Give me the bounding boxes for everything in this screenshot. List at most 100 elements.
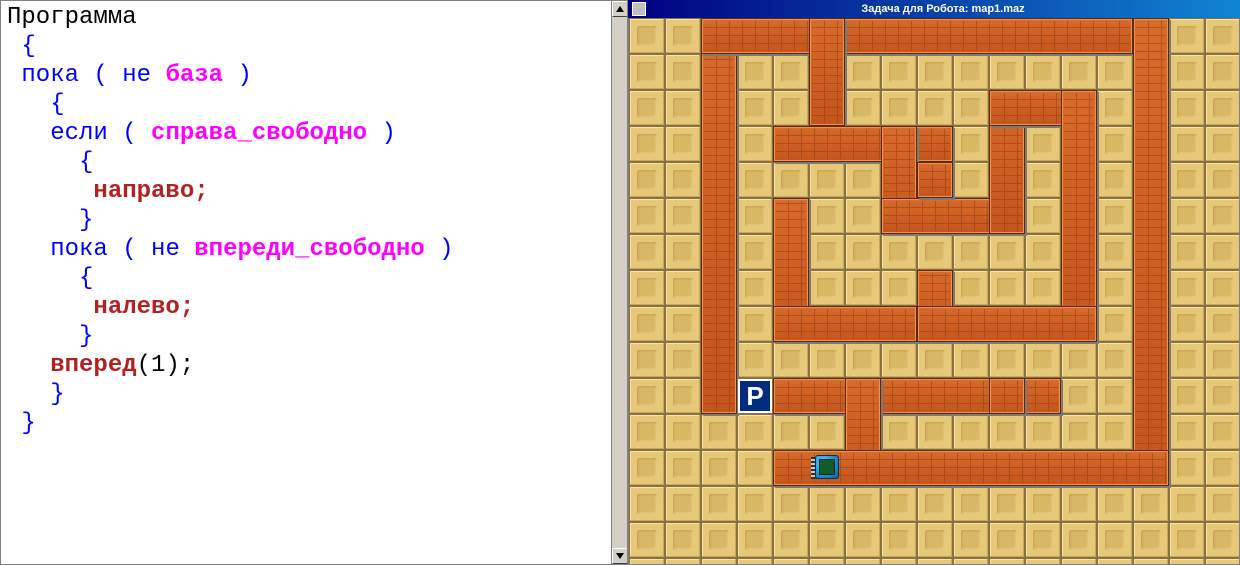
window-title: Задача для Робота: map1.maz (650, 3, 1236, 15)
floor-tile (845, 234, 881, 270)
floor-tile (1205, 486, 1240, 522)
floor-tile (773, 342, 809, 378)
floor-tile (917, 486, 953, 522)
floor-tile (737, 234, 773, 270)
floor-tile (665, 342, 701, 378)
floor-tile (1061, 54, 1097, 90)
floor-tile (1061, 558, 1097, 565)
floor-tile (1097, 126, 1133, 162)
floor-tile (701, 558, 737, 565)
floor-tile (737, 306, 773, 342)
floor-tile (1097, 54, 1133, 90)
floor-tile (1169, 486, 1205, 522)
floor-tile (665, 522, 701, 558)
floor-tile (809, 270, 845, 306)
floor-tile (665, 558, 701, 565)
floor-tile (881, 234, 917, 270)
floor-tile (629, 234, 665, 270)
floor-tile (953, 126, 989, 162)
floor-tile (1169, 342, 1205, 378)
floor-tile (1025, 198, 1061, 234)
floor-tile (989, 522, 1025, 558)
wall-segment (809, 18, 845, 126)
floor-tile (629, 198, 665, 234)
floor-tile (737, 450, 773, 486)
floor-tile (989, 486, 1025, 522)
floor-tile (629, 558, 665, 565)
maze-viewport[interactable]: P (628, 18, 1240, 565)
floor-tile (1205, 342, 1240, 378)
floor-tile (737, 162, 773, 198)
floor-tile (629, 54, 665, 90)
floor-tile (665, 198, 701, 234)
floor-tile (1097, 198, 1133, 234)
floor-tile (773, 558, 809, 565)
floor-tile (629, 90, 665, 126)
floor-tile (773, 162, 809, 198)
title-bar[interactable]: Задача для Робота: map1.maz (628, 0, 1240, 18)
scroll-up-button[interactable] (612, 1, 628, 17)
floor-tile (917, 558, 953, 565)
floor-tile (773, 522, 809, 558)
floor-tile (629, 18, 665, 54)
floor-tile (665, 234, 701, 270)
floor-tile (665, 162, 701, 198)
floor-tile (1025, 414, 1061, 450)
floor-tile (917, 342, 953, 378)
floor-tile (665, 18, 701, 54)
floor-tile (1169, 414, 1205, 450)
floor-tile (809, 486, 845, 522)
wall-segment (773, 126, 953, 162)
floor-tile (989, 234, 1025, 270)
floor-tile (1169, 126, 1205, 162)
floor-tile (1097, 270, 1133, 306)
floor-tile (1205, 126, 1240, 162)
floor-tile (809, 198, 845, 234)
floor-tile (845, 162, 881, 198)
floor-tile (1205, 198, 1240, 234)
code-editor-pane: Программа { пока ( не база ) { если ( сп… (0, 0, 628, 565)
floor-tile (1097, 378, 1133, 414)
floor-tile (665, 270, 701, 306)
floor-tile (737, 90, 773, 126)
floor-tile (737, 126, 773, 162)
floor-tile (1169, 54, 1205, 90)
floor-tile (629, 414, 665, 450)
floor-tile (773, 486, 809, 522)
floor-tile (881, 486, 917, 522)
floor-tile (629, 522, 665, 558)
floor-tile (629, 486, 665, 522)
floor-tile (737, 198, 773, 234)
floor-tile (809, 162, 845, 198)
floor-tile (881, 342, 917, 378)
floor-tile (989, 270, 1025, 306)
code-area[interactable]: Программа { пока ( не база ) { если ( сп… (1, 1, 627, 440)
floor-tile (1169, 162, 1205, 198)
floor-tile (953, 558, 989, 565)
floor-tile (701, 486, 737, 522)
base-marker: P (738, 379, 772, 413)
floor-tile (881, 54, 917, 90)
floor-tile (1169, 558, 1205, 565)
floor-tile (809, 522, 845, 558)
floor-tile (1097, 342, 1133, 378)
floor-tile (1097, 558, 1133, 565)
floor-tile (809, 558, 845, 565)
floor-tile (953, 486, 989, 522)
floor-tile (701, 414, 737, 450)
floor-tile (665, 90, 701, 126)
floor-tile (1169, 234, 1205, 270)
floor-tile (881, 522, 917, 558)
floor-tile (1025, 342, 1061, 378)
floor-tile (737, 270, 773, 306)
scroll-down-button[interactable] (612, 548, 628, 564)
floor-tile (1097, 306, 1133, 342)
vertical-scrollbar[interactable] (611, 1, 627, 564)
floor-tile (665, 414, 701, 450)
floor-tile (1205, 378, 1240, 414)
floor-tile (773, 414, 809, 450)
floor-tile (809, 234, 845, 270)
floor-tile (917, 522, 953, 558)
floor-tile (665, 306, 701, 342)
floor-tile (737, 486, 773, 522)
